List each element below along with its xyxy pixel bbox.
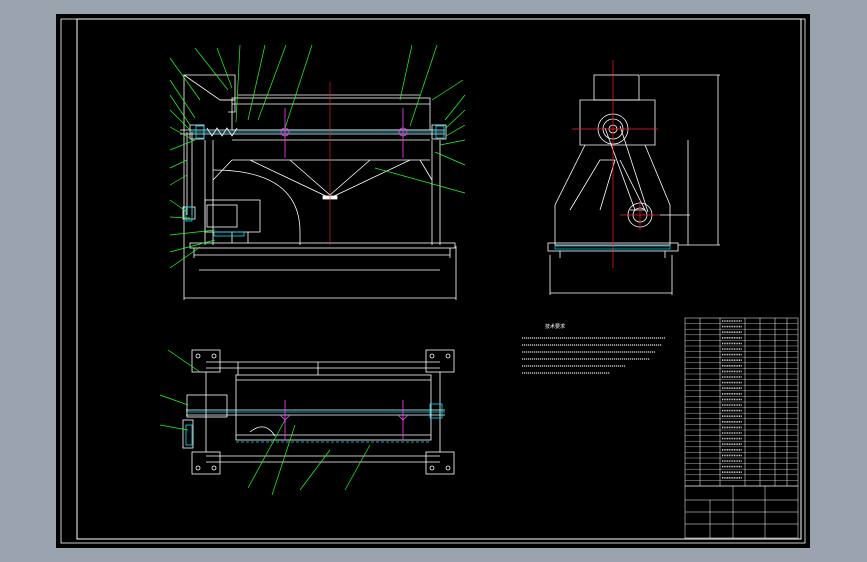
cad-viewport[interactable]: 技术要求 xyxy=(0,0,867,562)
paper-sheet xyxy=(56,14,810,548)
notes-title: 技术要求 xyxy=(545,323,565,330)
cad-drawing-canvas[interactable]: 技术要求 xyxy=(0,0,867,562)
